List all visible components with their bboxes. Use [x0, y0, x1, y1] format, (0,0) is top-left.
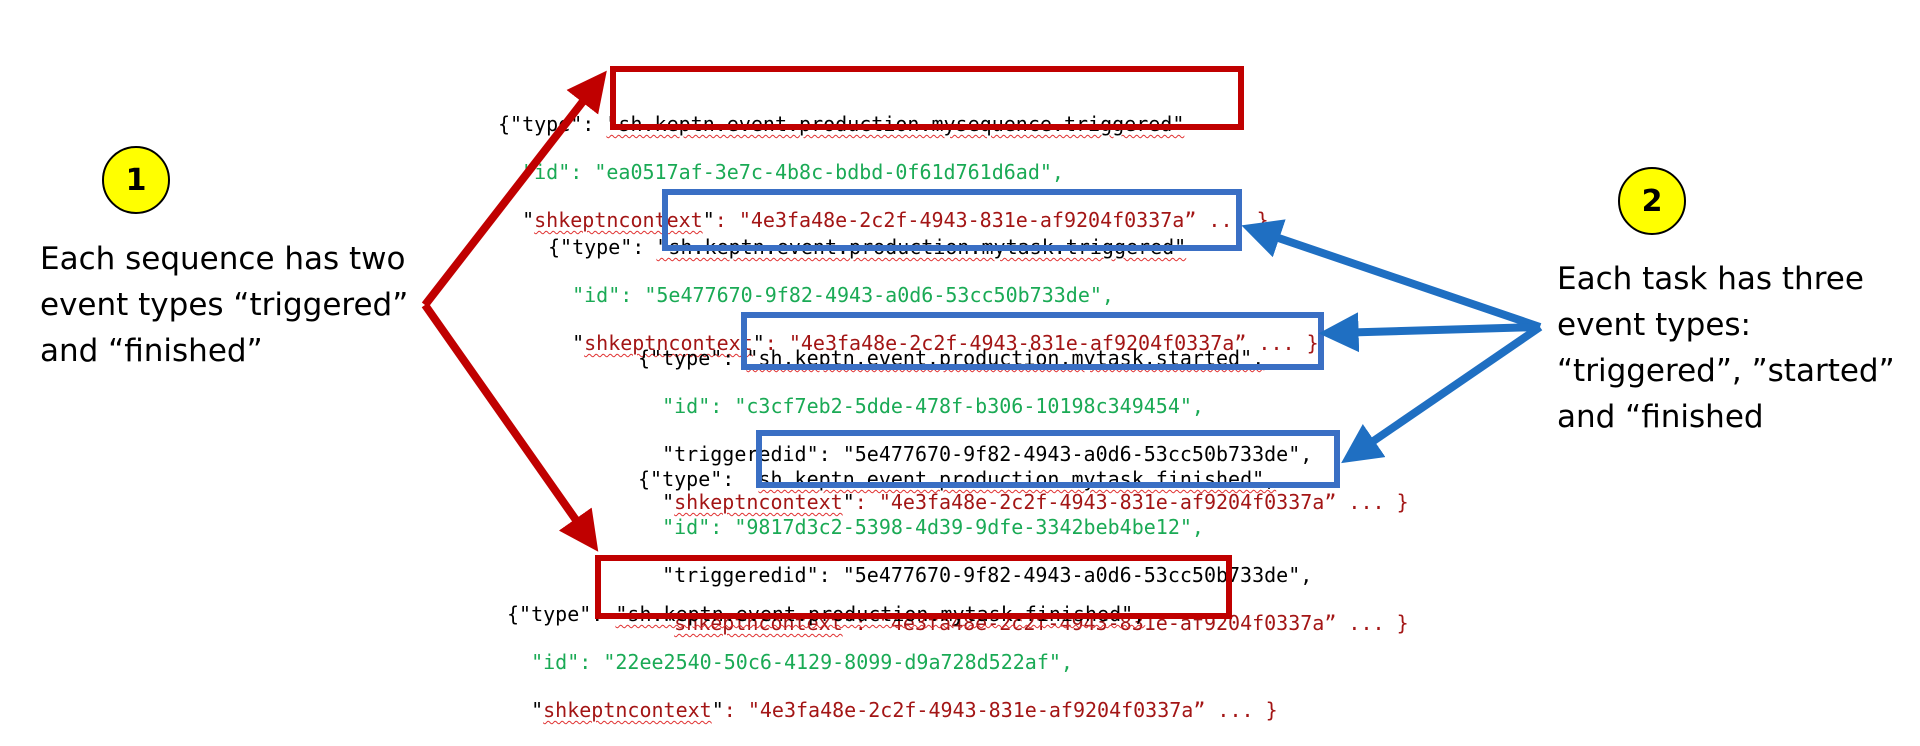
arrow-to-task-triggered [1241, 219, 1542, 331]
arrow-to-sequence-finished [421, 302, 599, 552]
task-arrows [1241, 219, 1543, 464]
arrow-to-task-finished [1341, 323, 1543, 464]
arrow-to-task-started [1318, 312, 1541, 353]
sequence-arrows [421, 70, 607, 552]
arrows-layer [421, 70, 1543, 552]
arrow-to-sequence-triggered [421, 70, 607, 308]
